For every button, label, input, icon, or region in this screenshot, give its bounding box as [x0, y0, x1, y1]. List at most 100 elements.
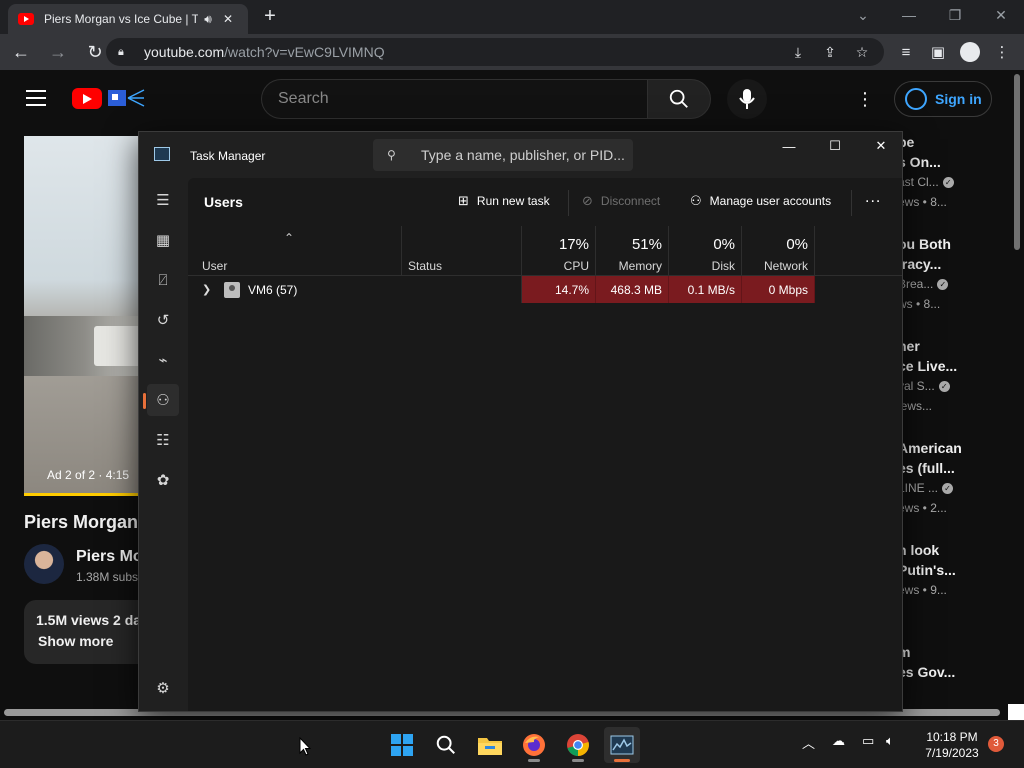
page-vertical-scrollbar[interactable] [1012, 70, 1022, 720]
browser-tab[interactable]: Piers Morgan vs Ice Cube | T 🔊︎ ✕ [8, 4, 248, 34]
show-hidden-icons-chevron-icon[interactable]: ︿ [802, 733, 815, 752]
start-button[interactable] [384, 727, 420, 763]
tab-title: Piers Morgan vs Ice Cube | T [44, 12, 198, 26]
column-header-disk[interactable]: 0% Disk [669, 226, 742, 276]
side-panel-icon[interactable]: ▣ [922, 43, 954, 61]
task-manager-window-controls: — ☐ ✕ [766, 132, 902, 160]
youtube-doodle-icon[interactable] [106, 86, 146, 110]
notification-badge[interactable]: 3 [988, 736, 1004, 752]
address-bar-actions: ⤓ ⇪ ☆ [782, 38, 878, 66]
memory-cell: 468.3 MB [596, 276, 669, 303]
minimize-button[interactable]: — [766, 132, 812, 160]
manage-accounts-label: Manage user accounts [709, 194, 832, 208]
expand-chevron-icon[interactable]: ❯ [202, 283, 212, 296]
search-input[interactable]: Search [261, 79, 649, 119]
recommendation-item[interactable]: ou Both iracy... Brea... ✓ ws • 8... [898, 234, 1008, 314]
close-button[interactable]: ✕ [858, 132, 902, 160]
bookmark-star-icon[interactable]: ☆ [846, 44, 878, 61]
column-header-cpu[interactable]: 17% CPU [522, 226, 596, 276]
lock-icon[interactable]: 🔒︎ [118, 46, 132, 59]
settings-menu-icon[interactable]: ⋮ [855, 87, 875, 111]
maximize-button[interactable]: ☐ [812, 132, 858, 160]
processes-icon[interactable]: ▦ [147, 224, 179, 256]
install-app-icon[interactable]: ⤓ [782, 44, 814, 61]
youtube-logo-icon[interactable] [72, 88, 102, 109]
ad-progress-bar[interactable] [24, 493, 144, 496]
task-manager-title: Task Manager [190, 149, 266, 163]
rec-meta: ws • 8... [898, 297, 941, 311]
windows-taskbar: ︿ ☁ ▭ 🔈︎ 10:18 PM 7/19/2023 3 [0, 720, 1024, 768]
search-button[interactable] [647, 79, 711, 119]
task-manager-window[interactable]: Task Manager ⚲ Type a name, publisher, o… [138, 131, 903, 712]
task-manager-taskbar-button[interactable] [604, 727, 640, 763]
cloud-offline-icon[interactable]: ☁ [832, 733, 845, 749]
app-history-icon[interactable]: ↺ [147, 304, 179, 336]
restore-button[interactable]: ❐ [932, 0, 978, 30]
guide-menu-icon[interactable] [26, 90, 46, 106]
close-button[interactable]: ✕ [978, 0, 1024, 30]
video-title: Piers Morgan [24, 512, 139, 532]
channel-name[interactable]: Piers Mo [76, 548, 143, 566]
sign-in-button[interactable]: Sign in [894, 81, 992, 117]
url-path: /watch?v=vEwC9LVIMNQ [224, 44, 385, 60]
rec-title-line1: ner [898, 338, 920, 354]
share-icon[interactable]: ⇪ [814, 44, 846, 61]
tab-close-icon[interactable]: ✕ [218, 12, 238, 26]
profile-avatar-icon[interactable] [960, 42, 980, 62]
youtube-favicon-icon [18, 13, 34, 25]
users-icon[interactable]: ⚇ [143, 384, 179, 416]
recommendation-item[interactable]: n look Putin's... ews • 9... [898, 540, 1008, 600]
performance-icon[interactable]: ⍁ [147, 264, 179, 296]
column-total: 17% [558, 236, 589, 253]
user-cell: ❯ VM6 (57) [202, 276, 402, 303]
minimize-button[interactable]: — [886, 0, 932, 30]
column-header-memory[interactable]: 51% Memory [596, 226, 669, 276]
hamburger-icon[interactable]: ☰ [147, 184, 179, 216]
column-label: Disk [711, 259, 735, 273]
voice-search-button[interactable] [727, 79, 767, 119]
services-icon[interactable]: ✿ [147, 464, 179, 496]
clock[interactable]: 10:18 PM 7/19/2023 [916, 729, 988, 761]
address-bar[interactable]: 🔒︎ youtube.com/watch?v=vEwC9LVIMNQ ⤓ ⇪ ☆ [106, 38, 884, 66]
network-icon[interactable]: ▭ [862, 733, 874, 749]
new-tab-button[interactable]: + [258, 4, 282, 28]
recommendation-item[interactable]: m es Gov... [898, 642, 1008, 682]
details-icon[interactable]: ☷ [147, 424, 179, 456]
table-row[interactable]: ❯ VM6 (57) 14.7% 468.3 MB 0.1 MB/s 0 Mbp… [188, 276, 902, 303]
scrollbar-thumb[interactable] [1014, 74, 1020, 250]
run-new-task-button[interactable]: ⊞ Run new task [458, 193, 550, 209]
video-player[interactable]: Ad 2 of 2 · 4:15 [24, 136, 144, 496]
forward-button[interactable]: → [42, 36, 74, 68]
startup-apps-icon[interactable]: ⌁ [147, 344, 179, 376]
verified-icon: ✓ [942, 483, 954, 495]
show-more-button[interactable]: Show more [38, 633, 113, 649]
back-button[interactable]: ← [5, 36, 37, 68]
taskbar-search-button[interactable] [428, 727, 464, 763]
chrome-menu-icon[interactable]: ⋮ [986, 43, 1018, 61]
rec-title-line2: s On... [898, 154, 941, 170]
running-indicator [572, 759, 584, 762]
audio-playing-icon[interactable]: 🔊︎ [198, 12, 218, 27]
disconnect-button[interactable]: ⊘ Disconnect [582, 193, 660, 209]
column-header-status[interactable]: Status [402, 226, 522, 276]
column-label: Network [763, 259, 808, 273]
settings-icon[interactable]: ⚙ [147, 672, 179, 704]
volume-icon[interactable]: 🔈︎ [886, 733, 894, 749]
see-more-button[interactable]: ... [865, 189, 881, 207]
firefox-button[interactable] [516, 727, 552, 763]
column-header-user[interactable]: ⌃ User [188, 226, 402, 276]
channel-avatar[interactable] [24, 544, 64, 584]
recommendation-item[interactable]: be s On... ast Cl... ✓ ews • 8... [898, 132, 1008, 212]
manage-user-accounts-button[interactable]: ⚇ Manage user accounts [690, 193, 831, 209]
chrome-button[interactable] [560, 727, 596, 763]
media-control-icon[interactable]: ≡ [890, 44, 922, 61]
recommendation-item[interactable]: American es (full... LINE ... ✓ ews • 2..… [898, 438, 1008, 518]
task-manager-search-input[interactable]: ⚲ Type a name, publisher, or PID... [373, 139, 633, 171]
status-cell [402, 276, 522, 303]
file-explorer-button[interactable] [472, 727, 508, 763]
recommendation-item[interactable]: ner ce Live... yal S... ✓ iews... [898, 336, 1008, 416]
column-header-network[interactable]: 0% Network [742, 226, 815, 276]
task-manager-titlebar[interactable]: Task Manager ⚲ Type a name, publisher, o… [139, 132, 902, 178]
firefox-icon [523, 734, 545, 756]
tab-search-icon[interactable]: ⌄ [840, 0, 886, 30]
